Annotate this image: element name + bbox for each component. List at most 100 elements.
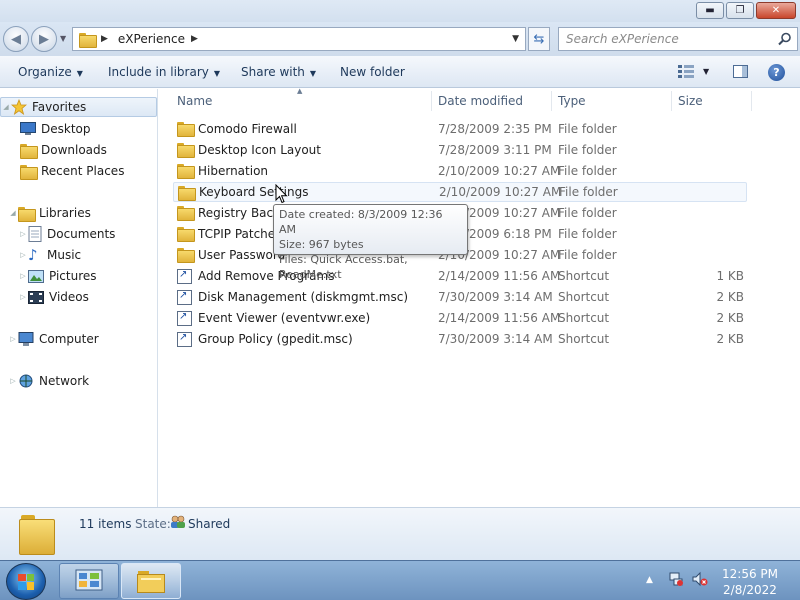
column-divider[interactable] [551,91,552,111]
nav-item-downloads[interactable]: Downloads [20,140,107,160]
file-row[interactable]: Desktop Icon Layout 7/28/2009 3:11 PM Fi… [173,140,747,160]
nav-label-music: Music [47,248,82,262]
close-button[interactable]: ✕ [756,2,796,19]
network-icon [19,374,33,387]
column-divider[interactable] [431,91,432,111]
file-type: File folder [559,185,618,199]
file-row[interactable]: Event Viewer (eventvwr.exe) 2/14/2009 11… [173,308,747,328]
tooltip-files: Files: Quick Access.bat, ReadMe.txt [279,253,408,281]
file-row-hovered[interactable]: Keyboard Settings 2/10/2009 10:27 AM Fil… [173,182,747,202]
item-count: 11 items [79,517,132,531]
command-bar: Organize ▼ Include in library ▼ Share with… [0,56,800,88]
expand-arrow-icon[interactable]: ▷ [18,293,28,301]
column-divider[interactable] [751,91,752,111]
back-button[interactable]: ◀ [3,26,29,52]
file-row[interactable]: Group Policy (gpedit.msc) 7/30/2009 3:14… [173,329,747,349]
nav-item-network[interactable]: ▷ Network [8,371,89,391]
taskbar-app-control-panel[interactable] [59,563,119,599]
nav-item-documents[interactable]: ▷ Documents [18,224,115,244]
view-dropdown-icon[interactable]: ▼ [703,67,709,76]
expand-arrow-icon[interactable]: ▷ [18,251,28,259]
taskbar: ▲ 12:56 PM 2/8/2022 [0,560,800,600]
address-row: ◀ ▶ ▼ ▶ eXPerience ▶ ▼ ⇆ Search eXPerien… [0,22,800,56]
nav-item-videos[interactable]: ▷ Videos [18,287,89,307]
search-icon[interactable] [778,32,792,46]
forward-button[interactable]: ▶ [31,26,57,52]
nav-item-music[interactable]: ▷ ♪ Music [18,245,81,265]
clock-date: 2/8/2022 [723,583,777,597]
new-folder-button[interactable]: New folder [340,65,405,79]
column-divider[interactable] [671,91,672,111]
nav-item-computer[interactable]: ▷ Computer [8,329,99,349]
file-name: Group Policy (gpedit.msc) [198,332,353,346]
expand-arrow-icon[interactable]: ▷ [8,377,18,385]
view-options-icon[interactable] [678,65,694,78]
nav-label-network: Network [39,374,90,388]
column-header-type[interactable]: Type [558,94,586,108]
share-with-menu[interactable]: Share with ▼ [241,65,316,79]
minimize-button[interactable]: ▬ [696,2,724,19]
network-tray-icon[interactable] [668,571,684,587]
expand-arrow-icon[interactable]: ◢ [8,209,18,217]
help-icon[interactable]: ? [768,64,785,81]
window-controls: ▬ ❐ ✕ [694,2,796,19]
breadcrumb-segment[interactable]: eXPerience [118,32,185,46]
maximize-button[interactable]: ❐ [726,2,754,19]
start-button[interactable] [6,563,46,600]
show-hidden-icons-button[interactable]: ▲ [646,575,653,585]
search-input[interactable]: Search eXPerience [566,32,679,46]
shortcut-icon [177,332,192,347]
nav-item-desktop[interactable]: Desktop [20,119,91,139]
nav-item-recent-places[interactable]: Recent Places [20,161,124,181]
file-size: 2 KB [716,311,744,325]
file-type: Shortcut [558,311,610,325]
file-row[interactable]: Disk Management (diskmgmt.msc) 7/30/2009… [173,287,747,307]
chevron-right-icon[interactable]: ▶ [191,34,198,44]
tooltip-size: Size: 967 bytes [279,238,364,251]
file-name: TCPIP Patcher [198,227,281,241]
preview-pane-icon[interactable] [733,65,748,78]
folder-icon [177,122,195,137]
nav-item-favorites[interactable]: ◢ Favorites [0,97,157,117]
column-header-date-modified[interactable]: Date modified [438,94,523,108]
music-icon: ♪ [28,246,38,264]
title-bar: ▬ ❐ ✕ [0,0,800,22]
file-name: Keyboard Settings [199,185,309,199]
file-type: File folder [558,122,617,136]
large-folder-icon [19,513,55,555]
system-clock[interactable]: 12:56 PM 2/8/2022 [718,566,782,598]
nav-item-libraries[interactable]: ◢ Libraries [8,203,91,223]
folder-icon [79,32,97,48]
search-box[interactable]: Search eXPerience [558,27,798,51]
file-list: Comodo Firewall 7/28/2009 2:35 PM File f… [159,113,800,507]
folder-info-tooltip: Date created: 8/3/2009 12:36 AM Size: 96… [273,204,468,281]
file-size: 1 KB [716,269,744,283]
column-header-size[interactable]: Size [678,94,703,108]
explorer-folder-icon [137,571,165,593]
chevron-right-icon[interactable]: ▶ [101,34,108,44]
address-dropdown-icon[interactable]: ▼ [512,34,519,44]
file-name: Desktop Icon Layout [198,143,321,157]
file-row[interactable]: Hibernation 2/10/2009 10:27 AM File fold… [173,161,747,181]
navigation-pane: ◢ Favorites Desktop Downloads Recent Pla… [0,89,158,507]
folder-icon [177,248,195,263]
nav-item-pictures[interactable]: ▷ Pictures [18,266,97,286]
expand-arrow-icon[interactable]: ▷ [18,230,28,238]
nav-label-pictures: Pictures [49,269,97,283]
column-header-name[interactable]: Name [177,94,212,108]
file-row[interactable]: Comodo Firewall 7/28/2009 2:35 PM File f… [173,119,747,139]
volume-muted-icon[interactable] [692,571,708,587]
chevron-down-icon: ▼ [76,69,83,78]
taskbar-app-explorer[interactable] [121,563,181,599]
expand-arrow-icon[interactable]: ◢ [1,103,11,111]
expand-arrow-icon[interactable]: ▷ [18,272,28,280]
refresh-button[interactable]: ⇆ [528,27,550,51]
windows-logo-icon [18,573,34,590]
expand-arrow-icon[interactable]: ▷ [8,335,18,343]
shortcut-icon [177,290,192,305]
recent-pages-dropdown[interactable]: ▼ [60,34,66,43]
address-bar[interactable]: ▶ eXPerience ▶ ▼ [72,27,526,51]
organize-menu[interactable]: Organize ▼ [18,65,83,79]
nav-label-favorites: Favorites [32,100,87,114]
include-in-library-menu[interactable]: Include in library ▼ [108,65,220,79]
